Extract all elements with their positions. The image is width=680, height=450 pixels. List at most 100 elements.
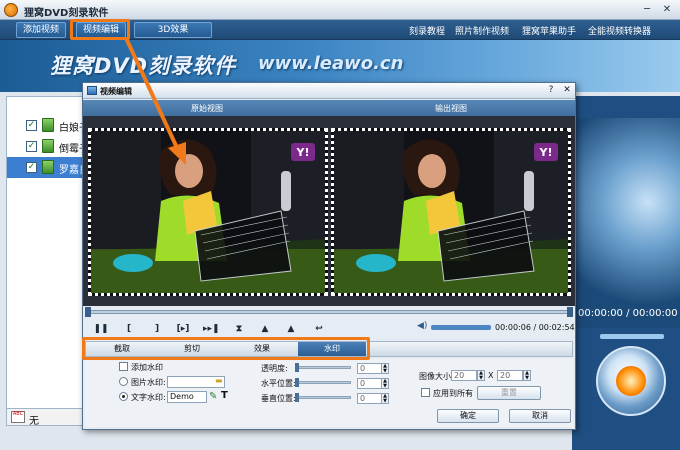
apply-all-label: 应用到所有 bbox=[433, 389, 473, 398]
file-checkbox[interactable]: ✓ bbox=[26, 120, 37, 131]
tab-crop[interactable]: 剪切 bbox=[158, 342, 226, 356]
image-width-input[interactable]: 20 bbox=[451, 370, 477, 381]
volume-icon[interactable]: ◀) bbox=[417, 321, 429, 333]
flip-up-icon[interactable]: ▲ bbox=[257, 321, 273, 337]
volume-slider[interactable] bbox=[431, 325, 491, 330]
vertical-position-knob[interactable] bbox=[295, 393, 299, 402]
logo-text: Y! bbox=[296, 146, 310, 159]
mark-in-button[interactable]: [ bbox=[121, 321, 137, 337]
subtitle-value: 无 bbox=[29, 416, 39, 427]
ok-button[interactable]: 确定 bbox=[437, 409, 499, 423]
banner-title: 狸窝DVD刻录软件 bbox=[50, 54, 237, 78]
original-view-label: 原始视图 bbox=[191, 104, 223, 113]
add-watermark-checkbox[interactable] bbox=[119, 362, 128, 371]
text-watermark-label: 文字水印: bbox=[131, 393, 166, 402]
transparency-spinner[interactable]: ▲ ▼ bbox=[381, 363, 389, 374]
image-width-spinner[interactable]: ▲ ▼ bbox=[477, 370, 485, 381]
vertical-position-slider[interactable] bbox=[295, 396, 351, 399]
seek-slider[interactable] bbox=[87, 310, 569, 314]
original-video-image: Y! bbox=[91, 131, 325, 293]
effect-3d-button[interactable]: 3D效果 bbox=[134, 22, 212, 38]
link-video-converter[interactable]: 全能视频转换器 bbox=[588, 24, 651, 37]
app-logo-icon bbox=[4, 3, 18, 17]
tab-watermark[interactable]: 水印 bbox=[298, 342, 366, 356]
link-burn-tutorial[interactable]: 刻录教程 bbox=[409, 24, 445, 37]
vertical-position-label: 垂直位置: bbox=[261, 394, 296, 403]
burn-button[interactable] bbox=[596, 346, 666, 416]
horizontal-position-knob[interactable] bbox=[295, 378, 299, 387]
image-watermark-radio[interactable] bbox=[119, 377, 128, 386]
file-item-selected[interactable]: ✓ 罗嘉良 bbox=[7, 157, 89, 178]
link-apple-helper[interactable]: 狸窝苹果助手 bbox=[522, 24, 576, 37]
file-list: ✓ 白娘子 ✓ 倒霉子 ✓ 罗嘉良 bbox=[6, 96, 89, 426]
preview-panel: 00:00:00 / 00:00:00 bbox=[572, 96, 680, 450]
original-video-frame[interactable]: Y! bbox=[88, 128, 328, 296]
video-area: Y! Y! bbox=[83, 116, 575, 306]
title-bar: 狸窝DVD刻录软件 ─ ✕ bbox=[0, 0, 680, 20]
cancel-button[interactable]: 取消 bbox=[509, 409, 571, 423]
video-file-icon bbox=[42, 118, 54, 132]
reset-button[interactable]: 重置 bbox=[477, 386, 541, 400]
help-button[interactable]: ? bbox=[545, 84, 557, 97]
file-checkbox[interactable]: ✓ bbox=[26, 162, 37, 173]
dialog-app-icon bbox=[87, 86, 97, 95]
undo-icon[interactable]: ↩ bbox=[311, 321, 327, 337]
image-size-label: 图像大小: bbox=[419, 372, 454, 381]
subtitle-icon: ABC bbox=[11, 411, 25, 423]
image-height-spinner[interactable]: ▲ ▼ bbox=[523, 370, 531, 381]
trim-end-handle[interactable] bbox=[567, 307, 573, 317]
view-headers: 原始视图 输出视图 bbox=[83, 100, 575, 116]
logo-text: Y! bbox=[539, 146, 553, 159]
add-video-button[interactable]: 添加视频 bbox=[16, 22, 67, 38]
folder-icon[interactable]: ▬ bbox=[215, 376, 223, 385]
watermark-options: 添加水印 图片水印: ▬ 文字水印: Demo ✎ T 透明度: 0 ▲ ▼ 水平… bbox=[85, 359, 573, 427]
close-button[interactable]: ✕ bbox=[660, 3, 674, 16]
pen-icon[interactable]: ✎ bbox=[209, 391, 217, 402]
horizontal-position-slider[interactable] bbox=[295, 381, 351, 384]
trim-start-handle[interactable] bbox=[85, 307, 91, 317]
play-selection-button[interactable]: [▸] bbox=[175, 321, 191, 337]
watermark-text-input[interactable]: Demo bbox=[167, 391, 207, 403]
file-checkbox[interactable]: ✓ bbox=[26, 141, 37, 152]
pause-button[interactable]: ❚❚ bbox=[93, 321, 109, 337]
minimize-button[interactable]: ─ bbox=[640, 3, 654, 16]
apply-all-checkbox[interactable] bbox=[421, 388, 430, 397]
link-photo-video[interactable]: 照片制作视频 bbox=[455, 24, 509, 37]
transparency-knob[interactable] bbox=[295, 363, 299, 372]
text-watermark-radio[interactable] bbox=[119, 392, 128, 401]
preview-volume-slider[interactable] bbox=[600, 334, 664, 339]
preview-image bbox=[572, 118, 680, 328]
flip-down-icon[interactable]: ▲ bbox=[283, 321, 299, 337]
banner-url: www.leawo.cn bbox=[258, 53, 404, 74]
output-video-image: Y! bbox=[334, 131, 568, 293]
tab-effect[interactable]: 效果 bbox=[228, 342, 296, 356]
next-frame-button[interactable]: ▸▸❚ bbox=[203, 321, 220, 337]
hourglass-icon[interactable]: ⧗ bbox=[231, 321, 247, 337]
vertical-position-spinner[interactable]: ▲ ▼ bbox=[381, 393, 389, 404]
image-watermark-label: 图片水印: bbox=[131, 378, 166, 387]
video-file-icon bbox=[42, 160, 54, 174]
preview-time: 00:00:00 / 00:00:00 bbox=[578, 308, 678, 319]
transparency-slider[interactable] bbox=[295, 366, 351, 369]
text-style-icon[interactable]: T bbox=[221, 390, 228, 401]
fire-icon bbox=[616, 366, 646, 396]
output-video-frame[interactable]: Y! bbox=[331, 128, 571, 296]
horizontal-position-spinner[interactable]: ▲ ▼ bbox=[381, 378, 389, 389]
dialog-close-button[interactable]: ✕ bbox=[561, 84, 573, 97]
video-file-icon bbox=[42, 139, 54, 153]
subtitle-selector[interactable]: ABC 无 bbox=[6, 408, 86, 427]
add-watermark-label: 添加水印 bbox=[131, 363, 163, 372]
edit-video-button[interactable]: 视频编辑 bbox=[76, 22, 127, 38]
tab-trim[interactable]: 截取 bbox=[88, 342, 156, 356]
mark-out-button[interactable]: ] bbox=[149, 321, 165, 337]
image-height-input[interactable]: 20 bbox=[497, 370, 523, 381]
app-title: 狸窝DVD刻录软件 bbox=[24, 8, 109, 19]
video-edit-dialog: 视频编辑 ? ✕ 原始视图 输出视图 Y! Y! ❚❚ [] [▸] ▸▸❚ … bbox=[82, 82, 576, 430]
playback-time: 00:00:06 / 00:02:54 bbox=[495, 323, 575, 332]
transparency-label: 透明度: bbox=[261, 364, 288, 373]
size-times-label: X bbox=[488, 371, 494, 380]
file-item[interactable]: ✓ 倒霉子 bbox=[7, 136, 89, 157]
output-view-label: 输出视图 bbox=[435, 104, 467, 113]
dialog-title-bar: 视频编辑 ? ✕ bbox=[83, 83, 575, 99]
file-item[interactable]: ✓ 白娘子 bbox=[7, 115, 89, 136]
